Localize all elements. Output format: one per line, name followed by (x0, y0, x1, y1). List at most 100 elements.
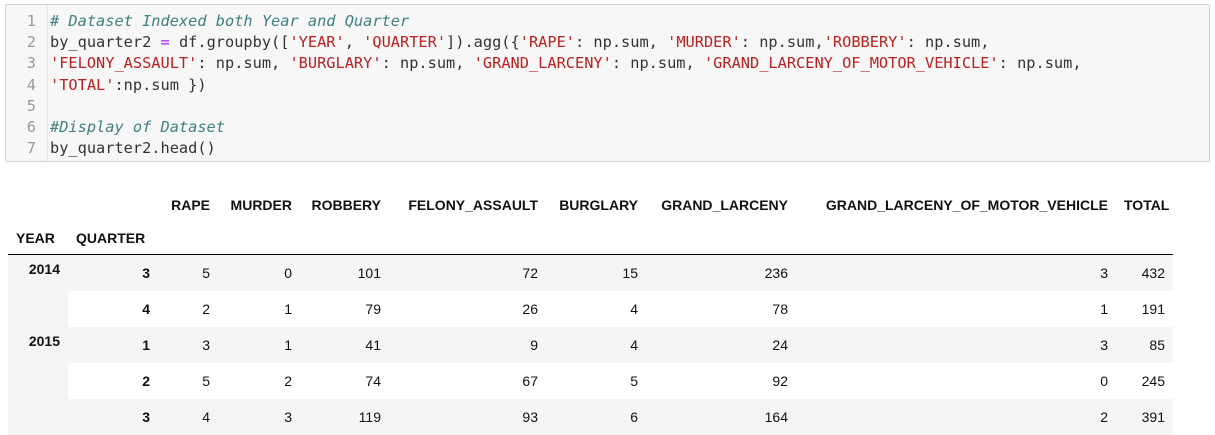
code-token: , (344, 33, 364, 52)
table-cell: 1 (284, 301, 292, 317)
line-number: 1 (26, 12, 36, 30)
table-cell: 9 (389, 327, 546, 363)
table-cell: 92 (772, 373, 788, 389)
header-spacer (158, 222, 218, 255)
table-cell: 4 (158, 399, 218, 435)
table-cell: 101 (300, 254, 389, 291)
code-token: = (160, 33, 170, 52)
code-line[interactable]: 7 by_quarter2.head() (6, 138, 1082, 159)
header-spacer (796, 222, 1116, 255)
code-token: : np.sum, (611, 54, 704, 73)
table-cell: 3 (158, 327, 218, 363)
code-editor[interactable]: 1 # Dataset Indexed both Year and Quarter… (6, 11, 1082, 159)
column-header: BURGLARY (559, 197, 638, 213)
code-text: # Dataset Indexed both Year and Quarter (36, 11, 409, 32)
code-token: : np.sum, (381, 54, 474, 73)
line-number: 7 (26, 139, 36, 158)
table-cell: 24 (646, 327, 796, 363)
table-cell: 26 (522, 301, 538, 317)
row-index-year (8, 363, 68, 399)
table-row: 3 4 3 119 93 6 164 2 391 (8, 399, 1173, 435)
header-spacer (218, 222, 300, 255)
row-index-year: 2014 (8, 254, 68, 291)
table-cell: 236 (646, 254, 796, 291)
index-name-year: YEAR (8, 222, 68, 255)
header-spacer (389, 222, 546, 255)
code-text: 'FELONY_ASSAULT': np.sum, 'BURGLARY': np… (36, 53, 1082, 74)
row-index-quarter: 3 (68, 254, 158, 291)
table-row: 2 5 2 74 67 5 92 0 245 (8, 363, 1173, 399)
row-index-quarter: 1 (68, 327, 158, 363)
code-token: : np.sum, (906, 33, 990, 52)
table-row: 2015 1 3 1 41 9 4 24 3 85 (8, 327, 1173, 363)
code-text: by_quarter2 = df.groupby(['YEAR', 'QUART… (36, 32, 989, 53)
code-text: by_quarter2.head() (36, 138, 216, 159)
table-cell: 1 (218, 327, 300, 363)
code-string: 'MURDER' (667, 33, 741, 52)
row-index-quarter: 2 (142, 373, 150, 389)
table-cell: 5 (630, 373, 638, 389)
table-cell: 245 (1141, 373, 1165, 389)
header-spacer (646, 222, 796, 255)
table-cell: 164 (646, 399, 796, 435)
code-token: : np.sum, (197, 54, 290, 73)
index-name-row: YEAR QUARTER (8, 222, 1173, 255)
code-text: #Display of Dataset (36, 117, 225, 138)
row-index-quarter: 3 (68, 399, 158, 435)
code-string: 'GRAND_LARCENY' (473, 54, 612, 73)
table-cell: 2 (202, 301, 210, 317)
column-header: GRAND_LARCENY (661, 197, 788, 213)
table-cell: 4 (546, 327, 646, 363)
table-cell: 5 (158, 254, 218, 291)
table-cell: 93 (389, 399, 546, 435)
table-cell: 85 (1116, 327, 1173, 363)
header-spacer (8, 188, 68, 222)
code-line[interactable]: 2 by_quarter2 = df.groupby(['YEAR', 'QUAR… (6, 32, 1082, 53)
table-row: 2014 3 5 0 101 72 15 236 3 432 (8, 254, 1173, 291)
column-header: FELONY_ASSAULT (408, 197, 538, 213)
table-cell: 78 (772, 301, 788, 317)
row-index-year (8, 291, 68, 327)
code-line[interactable]: 5 (6, 96, 1082, 117)
code-comment: # Dataset Indexed both Year and Quarter (50, 12, 410, 30)
code-string: 'QUARTER' (363, 33, 447, 52)
code-token: :np.sum }) (114, 75, 207, 94)
line-number: 5 (26, 96, 36, 115)
code-token: ]).agg({ (446, 33, 520, 52)
code-string: 'TOTAL' (50, 75, 115, 94)
header-spacer (68, 188, 158, 222)
header-spacer (300, 222, 389, 255)
code-string: 'FELONY_ASSAULT' (50, 54, 198, 73)
table-cell: 15 (546, 254, 646, 291)
dataframe-output: RAPE MURDER ROBBERY FELONY_ASSAULT BURGLARY G… (8, 188, 1173, 435)
table-cell: 4 (630, 301, 638, 317)
table-cell: 6 (546, 399, 646, 435)
line-number: 4 (26, 75, 36, 94)
table-cell: 0 (1100, 373, 1108, 389)
code-string: 'YEAR' (289, 33, 345, 52)
code-line[interactable]: 1 # Dataset Indexed both Year and Quarter (6, 11, 1082, 32)
code-comment: #Display of Dataset (50, 117, 225, 136)
table-cell: 72 (389, 254, 546, 291)
column-header: ROBBERY (311, 197, 382, 213)
index-name-quarter: QUARTER (68, 222, 158, 255)
table-cell: 5 (202, 373, 210, 389)
code-line[interactable]: 4 'TOTAL':np.sum }) (6, 75, 1082, 96)
code-line[interactable]: 3 'FELONY_ASSAULT': np.sum, 'BURGLARY': n… (6, 53, 1082, 74)
table-cell: 2 (284, 373, 292, 389)
code-token: by_quarter2 (50, 33, 161, 52)
code-string: 'BURGLARY' (289, 54, 382, 73)
column-header-row: RAPE MURDER ROBBERY FELONY_ASSAULT BURGLARY G… (8, 188, 1173, 222)
table-cell: 2 (796, 399, 1116, 435)
table-cell: 3 (796, 327, 1116, 363)
code-string: 'GRAND_LARCENY_OF_MOTOR_VEHICLE' (703, 54, 999, 73)
code-token: df.groupby([ (169, 33, 290, 52)
table-cell: 391 (1116, 399, 1173, 435)
column-header: GRAND_LARCENY_OF_MOTOR_VEHICLE (825, 197, 1108, 213)
code-line[interactable]: 6 #Display of Dataset (6, 117, 1082, 138)
header-spacer (546, 222, 646, 255)
line-number: 2 (26, 33, 36, 52)
table-cell: 119 (300, 399, 389, 435)
table-cell: 79 (365, 301, 381, 317)
code-cell[interactable]: 1 # Dataset Indexed both Year and Quarter… (5, 4, 1210, 162)
